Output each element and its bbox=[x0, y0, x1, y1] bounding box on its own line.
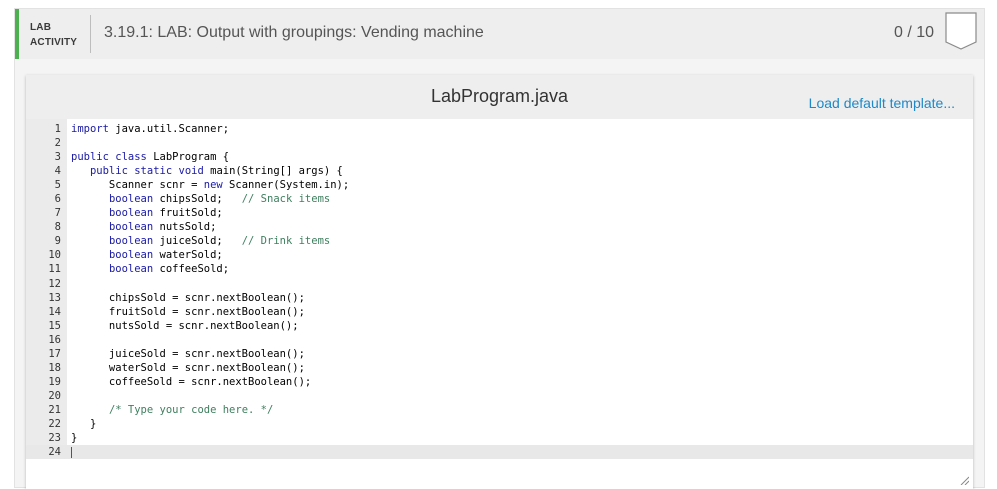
line-number: 14 bbox=[48, 305, 61, 318]
line-number: 12 bbox=[48, 277, 61, 290]
activity-title: 3.19.1: LAB: Output with groupings: Vend… bbox=[104, 24, 484, 41]
code-line[interactable]: 21 /* Type your code here. */ bbox=[26, 403, 973, 417]
code-line[interactable]: 23} bbox=[26, 431, 973, 445]
badge-line-2: ACTIVITY bbox=[30, 37, 78, 48]
code-text[interactable]: juiceSold = scnr.nextBoolean(); bbox=[71, 347, 305, 361]
code-text[interactable]: } bbox=[71, 431, 77, 445]
code-line[interactable]: 16 bbox=[26, 333, 973, 347]
code-line[interactable]: 11 boolean coffeeSold; bbox=[26, 262, 973, 276]
code-line[interactable]: 15 nutsSold = scnr.nextBoolean(); bbox=[26, 319, 973, 333]
code-editor: LabProgram.java Load default template...… bbox=[26, 75, 973, 489]
code-text[interactable]: boolean juiceSold; // Drink items bbox=[71, 234, 330, 248]
line-number: 21 bbox=[48, 403, 61, 416]
line-number: 18 bbox=[48, 361, 61, 374]
code-text[interactable]: } bbox=[71, 417, 96, 431]
line-number: 4 bbox=[54, 165, 61, 178]
code-line[interactable]: 1 import java.util.Scanner; bbox=[26, 122, 973, 136]
header-divider bbox=[90, 15, 91, 53]
line-number: 24 bbox=[48, 446, 61, 459]
resize-handle-icon[interactable] bbox=[959, 475, 969, 485]
line-number: 3 bbox=[54, 151, 61, 164]
code-line[interactable]: 24 bbox=[26, 445, 973, 460]
line-number: 9 bbox=[54, 235, 61, 248]
line-number: 23 bbox=[48, 432, 61, 445]
line-number: 17 bbox=[48, 347, 61, 360]
code-line[interactable]: 3 public class LabProgram { bbox=[26, 150, 973, 164]
code-line[interactable]: 9 boolean juiceSold; // Drink items bbox=[26, 234, 973, 248]
code-line[interactable]: 20 bbox=[26, 389, 973, 403]
code-line[interactable]: 7 boolean fruitSold; bbox=[26, 206, 973, 220]
line-number: 11 bbox=[48, 263, 61, 276]
code-line[interactable]: 12 bbox=[26, 277, 973, 291]
line-number: 1 bbox=[54, 123, 61, 135]
code-lines: 1 import java.util.Scanner; 2 3 public class… bbox=[26, 122, 973, 460]
code-text[interactable]: boolean nutsSold; bbox=[71, 220, 216, 234]
code-line[interactable]: 18 waterSold = scnr.nextBoolean(); bbox=[26, 361, 973, 375]
code-text[interactable]: import java.util.Scanner; bbox=[71, 122, 229, 136]
badge-line-1: LAB bbox=[30, 22, 52, 33]
code-line[interactable]: 14 fruitSold = scnr.nextBoolean(); bbox=[26, 305, 973, 319]
line-number: 19 bbox=[48, 375, 61, 388]
activity-header: LAB ACTIVITY 3.19.1: LAB: Output with gr… bbox=[15, 9, 984, 59]
line-number: 15 bbox=[48, 319, 61, 332]
line-number: 8 bbox=[54, 221, 61, 234]
code-text[interactable]: public class LabProgram { bbox=[71, 150, 229, 164]
text-cursor bbox=[71, 447, 72, 459]
score-shield-icon bbox=[945, 12, 977, 50]
code-line[interactable]: 10 boolean waterSold; bbox=[26, 248, 973, 262]
line-number: 20 bbox=[48, 389, 61, 402]
line-number: 22 bbox=[48, 417, 61, 430]
code-text[interactable]: boolean waterSold; bbox=[71, 248, 223, 262]
code-line[interactable]: 19 coffeeSold = scnr.nextBoolean(); bbox=[26, 375, 973, 389]
code-text[interactable]: boolean coffeeSold; bbox=[71, 262, 229, 276]
code-text[interactable]: /* Type your code here. */ bbox=[71, 403, 273, 417]
code-textarea[interactable]: 1 import java.util.Scanner; 2 3 public class… bbox=[26, 119, 973, 489]
code-text[interactable]: waterSold = scnr.nextBoolean(); bbox=[71, 361, 305, 375]
editor-header: LabProgram.java Load default template... bbox=[26, 75, 973, 119]
code-line[interactable]: 2 bbox=[26, 136, 973, 150]
code-text[interactable]: Scanner scnr = new Scanner(System.in); bbox=[71, 178, 349, 192]
code-text[interactable]: public static void main(String[] args) { bbox=[71, 164, 343, 178]
code-text[interactable]: boolean fruitSold; bbox=[71, 206, 223, 220]
line-number: 10 bbox=[48, 249, 61, 262]
code-text[interactable]: fruitSold = scnr.nextBoolean(); bbox=[71, 305, 305, 319]
code-line[interactable]: 5 Scanner scnr = new Scanner(System.in); bbox=[26, 178, 973, 192]
line-number: 7 bbox=[54, 207, 61, 220]
code-text[interactable]: nutsSold = scnr.nextBoolean(); bbox=[71, 319, 299, 333]
code-line[interactable]: 17 juiceSold = scnr.nextBoolean(); bbox=[26, 347, 973, 361]
code-line[interactable]: 22 } bbox=[26, 417, 973, 431]
load-default-template-link[interactable]: Load default template... bbox=[809, 95, 955, 111]
code-line[interactable]: 4 public static void main(String[] args)… bbox=[26, 164, 973, 178]
line-number: 6 bbox=[54, 193, 61, 206]
line-number: 13 bbox=[48, 291, 61, 304]
code-line[interactable]: 13 chipsSold = scnr.nextBoolean(); bbox=[26, 291, 973, 305]
lab-activity-panel: LAB ACTIVITY 3.19.1: LAB: Output with gr… bbox=[14, 8, 985, 489]
lab-activity-badge: LAB ACTIVITY bbox=[30, 20, 77, 50]
line-number: 5 bbox=[54, 179, 61, 192]
line-number: 2 bbox=[54, 137, 61, 150]
score-text: 0 / 10 bbox=[894, 24, 935, 41]
code-text[interactable]: coffeeSold = scnr.nextBoolean(); bbox=[71, 375, 311, 389]
code-line[interactable]: 6 boolean chipsSold; // Snack items bbox=[26, 192, 973, 206]
code-line[interactable]: 8 boolean nutsSold; bbox=[26, 220, 973, 234]
line-number: 16 bbox=[48, 333, 61, 346]
code-text[interactable]: boolean chipsSold; // Snack items bbox=[71, 192, 330, 206]
code-text[interactable]: chipsSold = scnr.nextBoolean(); bbox=[71, 291, 305, 305]
